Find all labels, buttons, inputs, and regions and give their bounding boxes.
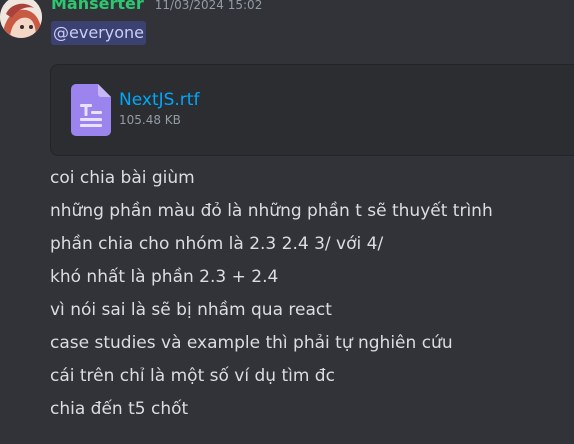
message-timestamp: 11/03/2024 15:02	[154, 0, 263, 12]
message-header: Manserter 11/03/2024 15:02	[51, 0, 262, 14]
everyone-mention[interactable]: @everyone	[51, 21, 146, 45]
message-line: phần chia cho nhóm là 2.3 2.4 3/ với 4/	[50, 234, 384, 254]
file-name-link[interactable]: NextJS.rtf	[119, 89, 199, 111]
avatar[interactable]	[0, 0, 42, 38]
message-line: những phần màu đỏ là những phần t sẽ thu…	[50, 201, 493, 221]
file-size: 105.48 KB	[119, 113, 181, 127]
message-line: cái trên chỉ là một số ví dụ tìm đc	[50, 366, 335, 386]
message-line: khó nhất là phần 2.3 + 2.4	[50, 267, 279, 287]
message-line: coi chia bài giùm	[50, 168, 195, 188]
message-content: coi chia bài giùm những phần màu đỏ là n…	[50, 164, 493, 428]
text-document-icon	[71, 84, 111, 136]
message-line: case studies và example thì phải tự nghi…	[50, 333, 453, 353]
message-line: vì nói sai là sẽ bị nhầm qua react	[50, 300, 332, 320]
file-attachment: NextJS.rtf 105.48 KB	[50, 64, 574, 156]
author-name[interactable]: Manserter	[51, 0, 144, 14]
message-line: chia đến t5 chốt	[50, 399, 189, 419]
